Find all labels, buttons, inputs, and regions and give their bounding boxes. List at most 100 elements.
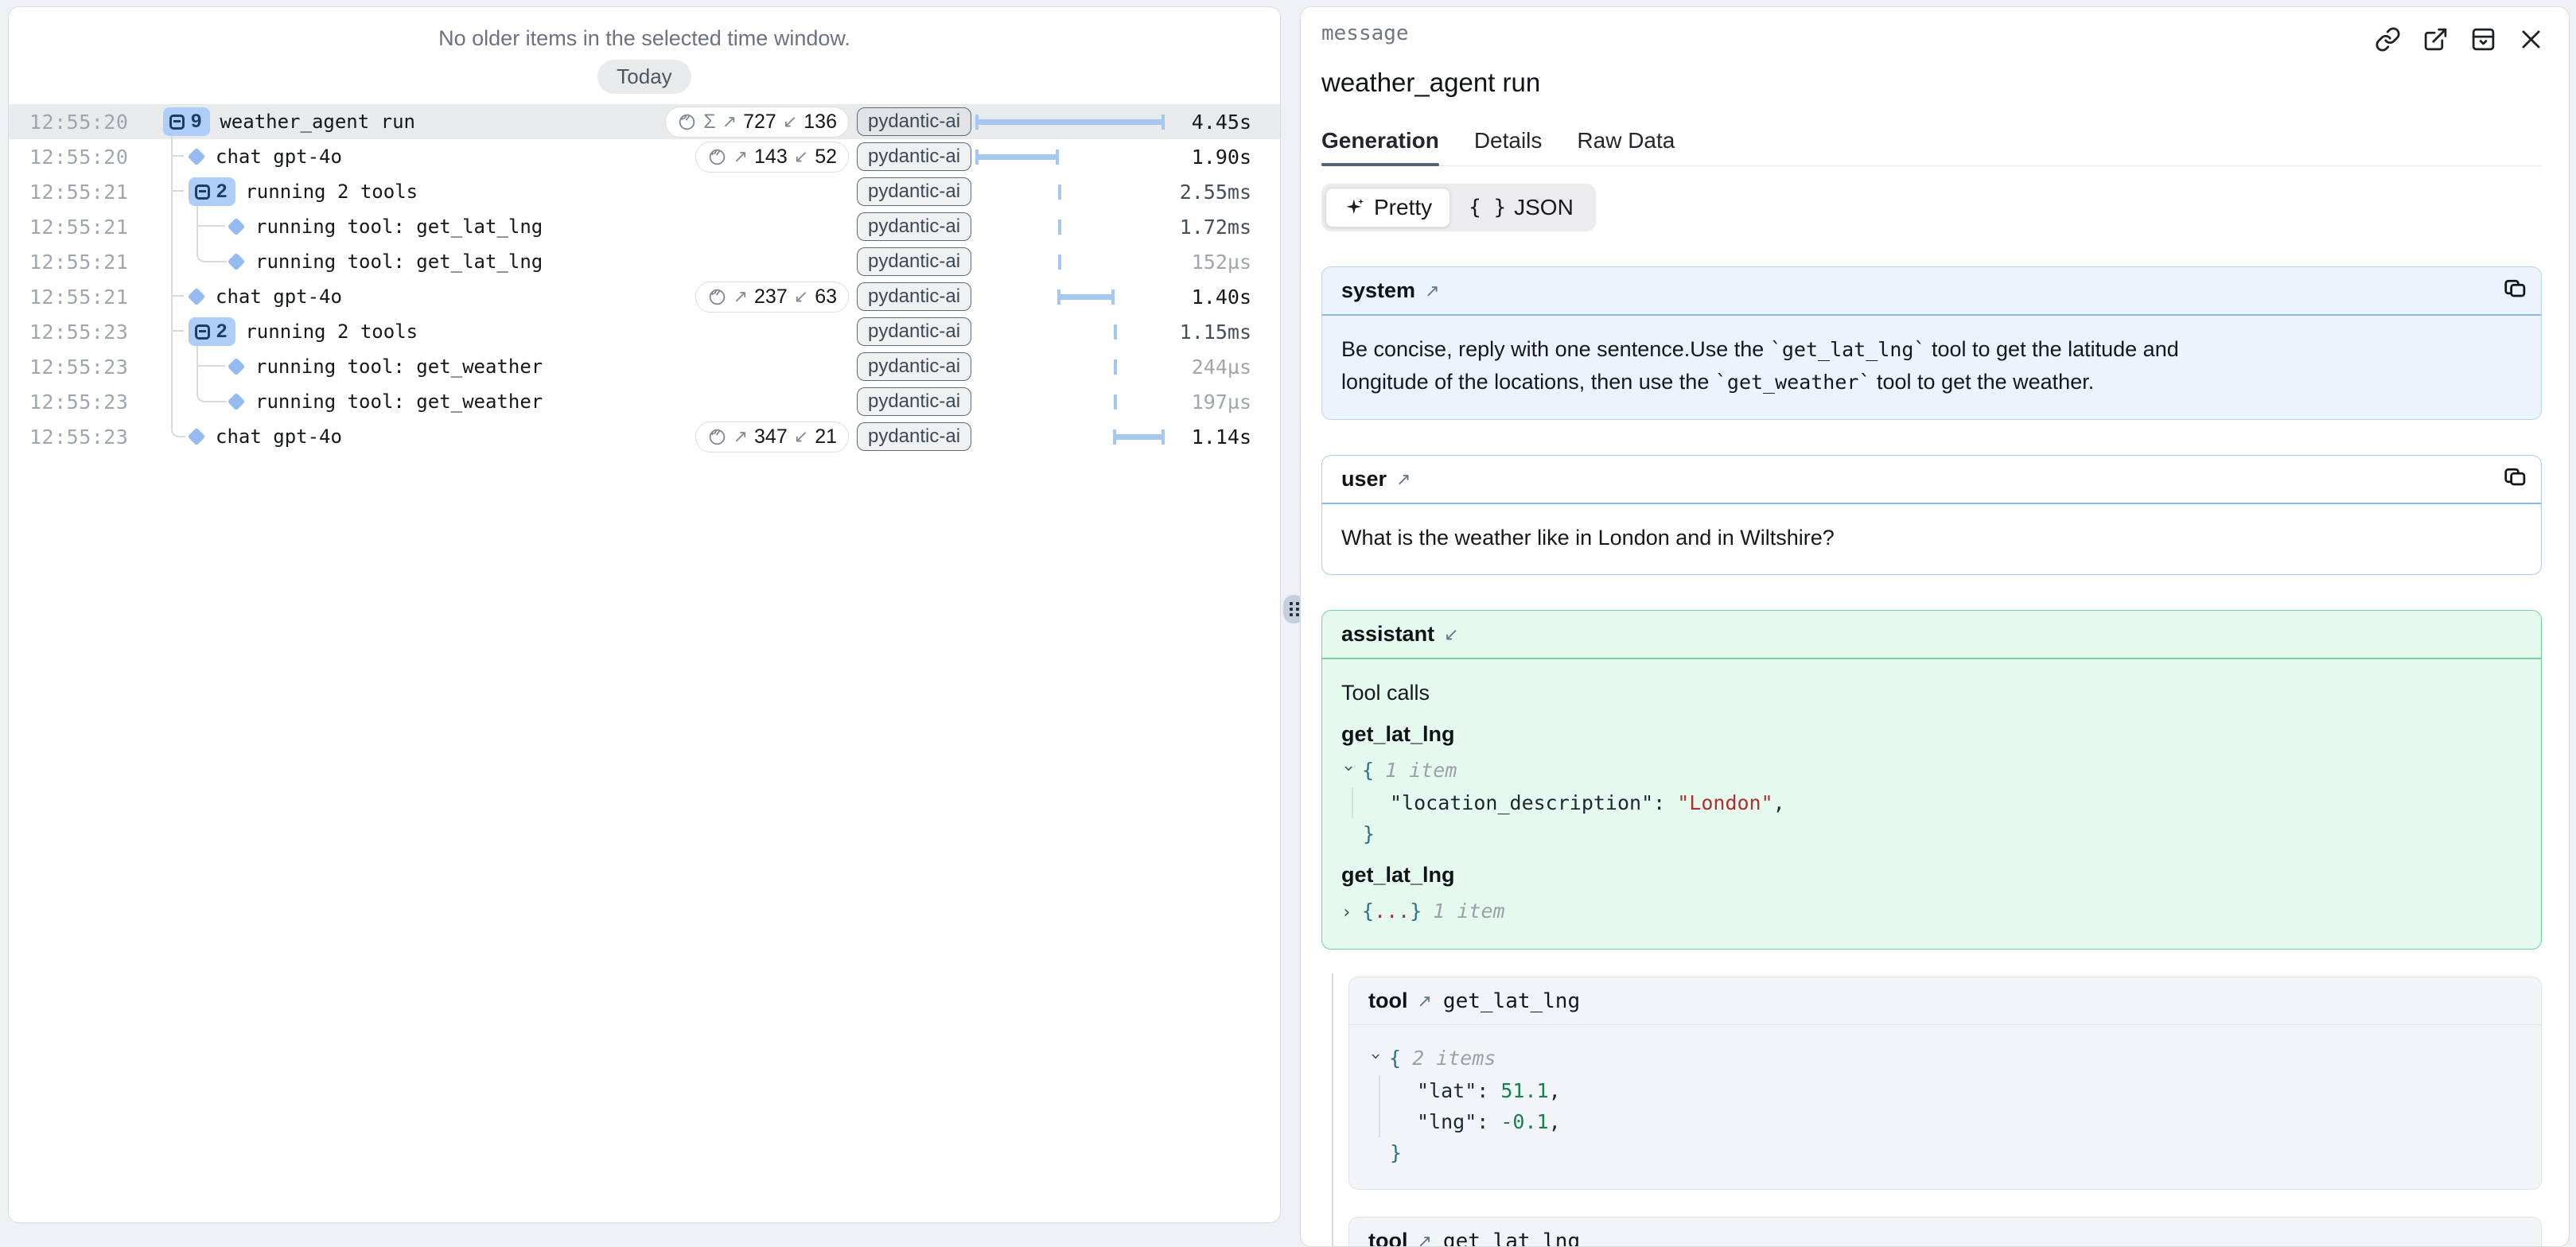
collapse-toggle-icon[interactable]: › — [1333, 763, 1364, 784]
duration-tick — [1058, 185, 1061, 200]
span-diamond-icon — [227, 252, 246, 271]
tab-raw-data[interactable]: Raw Data — [1577, 128, 1675, 165]
collapse-span-badge[interactable]: 2 — [189, 317, 235, 346]
role-label: tool — [1368, 989, 1407, 1013]
instrumentation-tag: pydantic-ai — [857, 317, 971, 346]
collapse-toggle-icon[interactable]: › — [1360, 1051, 1391, 1072]
instrumentation-tag: pydantic-ai — [857, 282, 971, 311]
json-entries: "location_description": "London", — [1352, 787, 2522, 818]
token-count-badge: Σ↗727↙136 — [665, 107, 849, 138]
span-diamond-icon — [227, 217, 246, 236]
row-main: chat gpt-4o — [157, 279, 690, 314]
message-role-header: tool↗get_lat_lng — [1349, 1218, 2541, 1247]
json-collapsed-line: ›{...}1 item — [1341, 895, 2522, 928]
collapse-span-badge[interactable]: 9 — [163, 107, 210, 136]
direction-arrow-icon: ↙ — [1444, 624, 1458, 645]
trace-row[interactable]: 12:55:21running tool: get_lat_lngpydanti… — [9, 244, 1280, 279]
json-open-line: ›{2 items — [1368, 1043, 2522, 1075]
json-key: "location_description" — [1390, 791, 1653, 814]
tag-column: pydantic-ai — [863, 247, 965, 276]
tab-generation[interactable]: Generation — [1321, 128, 1439, 165]
collapse-minus-icon — [195, 185, 210, 200]
instrumentation-tag: pydantic-ai — [857, 212, 971, 241]
json-tree: ›{...}1 item — [1341, 895, 2522, 928]
token-coin-icon — [707, 427, 727, 447]
json-entries: "lat": 51.1,"lng": -0.1, — [1379, 1075, 2522, 1137]
sparkle-icon — [1344, 196, 1366, 219]
message-text-line: What is the weather like in London and i… — [1341, 522, 2522, 554]
tag-column: pydantic-ai — [863, 282, 965, 311]
tag-column: pydantic-ai — [863, 422, 965, 451]
instrumentation-tag: pydantic-ai — [857, 107, 971, 136]
duration-bar-track — [976, 209, 1164, 244]
json-open-line: ›{1 item — [1341, 755, 2522, 787]
row-timestamp: 12:55:20 — [9, 111, 157, 134]
span-duration: 1.40s — [1164, 286, 1251, 309]
span-name: running tool: get_lat_lng — [255, 251, 543, 273]
output-tokens-arrow-icon: ↙ — [794, 286, 808, 307]
json-key: "lng" — [1417, 1110, 1477, 1133]
trace-row[interactable]: 12:55:232running 2 toolspydantic-ai1.15m… — [9, 314, 1280, 349]
tag-column: pydantic-ai — [863, 142, 965, 171]
pretty-view-button[interactable]: Pretty — [1325, 188, 1450, 227]
trace-row[interactable]: 12:55:212running 2 toolspydantic-ai2.55m… — [9, 174, 1280, 209]
token-count-column: ↗237↙63 — [690, 282, 849, 313]
input-tokens-arrow-icon: ↗ — [722, 111, 737, 132]
trace-row[interactable]: 12:55:23chat gpt-4o↗347↙21pydantic-ai1.1… — [9, 419, 1280, 454]
span-name: running tool: get_weather — [255, 355, 543, 378]
instrumentation-tag: pydantic-ai — [857, 177, 971, 206]
panel-splitter[interactable] — [1281, 0, 1300, 1234]
view-toggle-label: JSON — [1514, 195, 1574, 220]
span-duration: 4.45s — [1164, 111, 1251, 134]
span-name: running tool: get_lat_lng — [255, 216, 543, 238]
trace-row[interactable]: 12:55:21running tool: get_lat_lngpydanti… — [9, 209, 1280, 244]
token-count-column: Σ↗727↙136 — [690, 107, 849, 138]
span-duration: 197µs — [1164, 390, 1251, 414]
span-duration: 244µs — [1164, 355, 1251, 379]
duration-tick — [1114, 324, 1117, 340]
token-count-column: ↗143↙52 — [690, 142, 849, 173]
message-role-header: tool↗get_lat_lng — [1349, 977, 2541, 1025]
dock-panel-icon[interactable] — [2469, 25, 2497, 53]
collapse-span-badge[interactable]: 2 — [189, 177, 235, 206]
input-tokens: 143 — [754, 146, 788, 169]
span-name: running 2 tools — [245, 181, 418, 203]
copy-icon[interactable] — [2503, 466, 2527, 492]
view-mode-toggle: Pretty{ }JSON — [1321, 184, 1596, 231]
span-name: chat gpt-4o — [216, 146, 342, 168]
token-count-column: ↗347↙21 — [690, 421, 849, 453]
open-in-new-icon[interactable] — [2421, 25, 2450, 53]
message-role-header: system↗ — [1322, 267, 2541, 316]
empty-window-notice: No older items in the selected time wind… — [9, 25, 1280, 52]
role-label: user — [1341, 467, 1387, 491]
expand-toggle-icon[interactable]: › — [1341, 897, 1362, 928]
trace-row[interactable]: 12:55:20chat gpt-4o↗143↙52pydantic-ai1.9… — [9, 139, 1280, 174]
tag-column: pydantic-ai — [863, 352, 965, 381]
message-text-line: Be concise, reply with one sentence.Use … — [1341, 333, 2522, 366]
instrumentation-tag: pydantic-ai — [857, 247, 971, 276]
json-view-button[interactable]: { }JSON — [1450, 188, 1592, 227]
duration-bar-track — [976, 419, 1164, 454]
item-count-meta: 1 item — [1385, 759, 1457, 782]
token-count-badge: ↗237↙63 — [695, 282, 849, 313]
trace-row[interactable]: 12:55:23running tool: get_weatherpydanti… — [9, 384, 1280, 419]
today-button[interactable]: Today — [597, 60, 691, 94]
message-body: What is the weather like in London and i… — [1322, 504, 2541, 574]
item-count-meta: 2 items — [1412, 1047, 1496, 1070]
row-main: running tool: get_lat_lng — [157, 244, 690, 279]
copy-icon[interactable] — [2503, 278, 2527, 304]
output-tokens-arrow-icon: ↙ — [794, 146, 808, 167]
tab-details[interactable]: Details — [1474, 128, 1543, 165]
token-count-badge: ↗143↙52 — [695, 142, 849, 173]
trace-row[interactable]: 12:55:209weather_agent runΣ↗727↙136pydan… — [9, 104, 1280, 139]
duration-bar — [976, 154, 1058, 160]
close-icon[interactable] — [2516, 25, 2545, 53]
detail-panel: message weather_agent run GenerationDeta… — [1300, 6, 2570, 1247]
trace-row[interactable]: 12:55:23running tool: get_weatherpydanti… — [9, 349, 1280, 384]
duration-tick — [1114, 359, 1117, 375]
tool-results-section: tool↗get_lat_lng ›{2 items"lat": 51.1,"ln… — [1321, 977, 2542, 1247]
duration-bar-track — [976, 139, 1164, 174]
row-timestamp: 12:55:21 — [9, 286, 157, 309]
trace-row[interactable]: 12:55:21chat gpt-4o↗237↙63 pydantic-ai 1.4… — [9, 279, 1280, 314]
link-icon[interactable] — [2373, 25, 2402, 53]
